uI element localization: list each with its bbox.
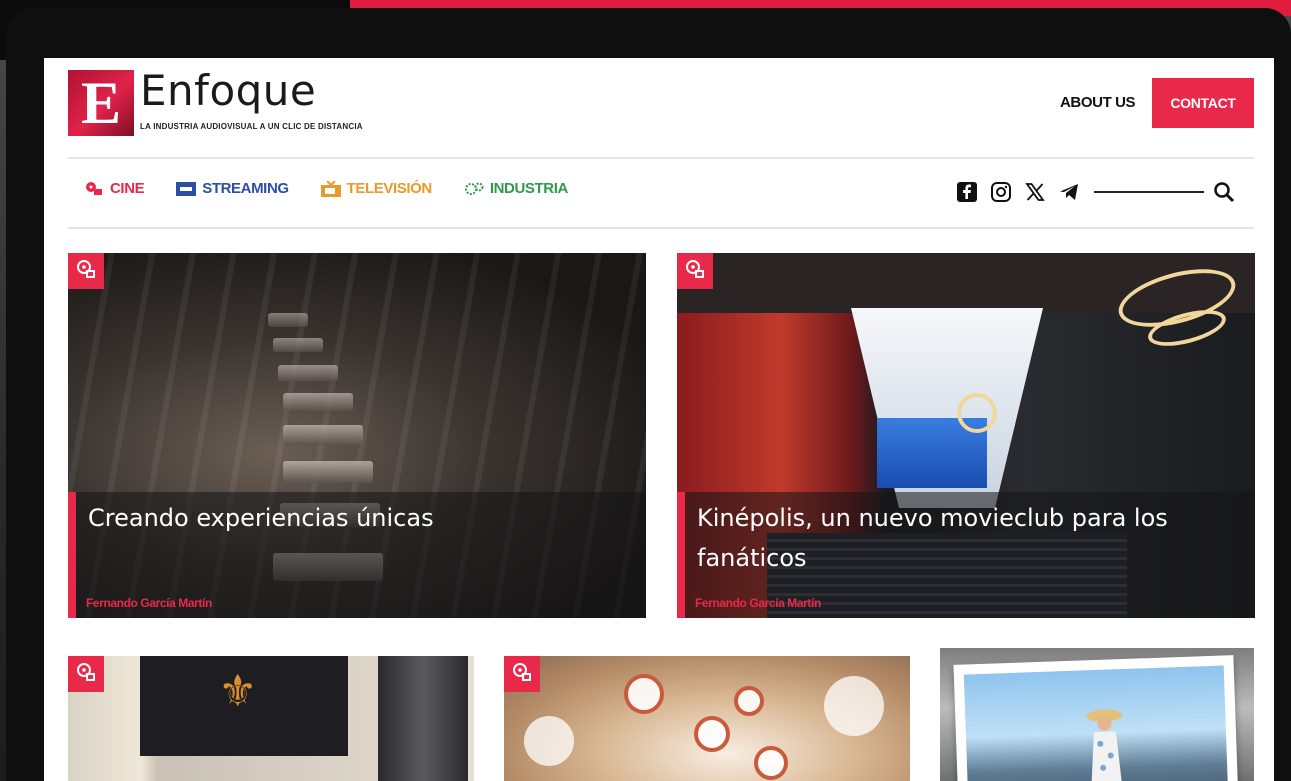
film-reel-icon bbox=[84, 181, 104, 197]
site-tagline: LA INDUSTRIA AUDIOVISUAL A UN CLIC DE DI… bbox=[140, 122, 363, 131]
featured-article-card[interactable]: Creando experiencias únicas Fernando Gar… bbox=[68, 253, 646, 618]
article-card[interactable]: ⚜ bbox=[68, 656, 474, 781]
gears-icon bbox=[464, 181, 484, 197]
television-icon bbox=[320, 180, 341, 197]
nav-label-streaming: STREAMING bbox=[202, 180, 289, 197]
x-icon[interactable] bbox=[1024, 181, 1046, 203]
article-title[interactable]: Kinépolis, un nuevo movieclub para los f… bbox=[697, 498, 1235, 578]
article-card[interactable] bbox=[504, 656, 910, 781]
article-author[interactable]: Fernando García Martín bbox=[86, 596, 212, 610]
site-logo[interactable]: E bbox=[68, 70, 134, 136]
search-icon[interactable] bbox=[1212, 180, 1236, 204]
nav-item-cine[interactable]: CINE bbox=[84, 180, 145, 197]
article-image-travel-photo bbox=[940, 648, 1254, 781]
category-badge[interactable] bbox=[68, 253, 104, 289]
website-screen: E Enfoque LA INDUSTRIA AUDIOVISUAL A UN … bbox=[44, 58, 1274, 781]
nav-label-television: TELEVISIÓN bbox=[346, 180, 433, 197]
telegram-icon[interactable] bbox=[1058, 181, 1080, 203]
article-caption: Creando experiencias únicas Fernando Gar… bbox=[68, 492, 646, 618]
article-card[interactable] bbox=[940, 648, 1254, 781]
nav-divider bbox=[68, 227, 1254, 229]
category-badge[interactable] bbox=[68, 656, 104, 692]
brand-name[interactable]: Enfoque bbox=[140, 70, 316, 112]
instagram-icon[interactable] bbox=[990, 181, 1012, 203]
film-reel-icon bbox=[512, 662, 532, 687]
article-title[interactable]: Creando experiencias únicas bbox=[88, 498, 626, 538]
laptop-frame: E Enfoque LA INDUSTRIA AUDIOVISUAL A UN … bbox=[6, 8, 1291, 781]
film-reel-icon bbox=[76, 662, 96, 687]
nav-item-industria[interactable]: INDUSTRIA bbox=[464, 180, 568, 197]
nav-item-streaming[interactable]: STREAMING bbox=[176, 180, 289, 197]
facebook-icon[interactable] bbox=[956, 181, 978, 203]
contact-button[interactable]: CONTACT bbox=[1152, 78, 1254, 128]
category-badge[interactable] bbox=[504, 656, 540, 692]
about-us-link[interactable]: ABOUT US bbox=[1060, 94, 1136, 111]
logo-letter: E bbox=[80, 70, 122, 136]
article-image-restaurant: ⚜ bbox=[68, 656, 474, 781]
nav-label-industria: INDUSTRIA bbox=[489, 180, 568, 197]
category-nav: CINE STREAMING TELEVISIÓN INDUSTRIA bbox=[84, 180, 600, 197]
film-reel-icon bbox=[685, 259, 705, 284]
article-image-social-media bbox=[504, 656, 910, 781]
search-input[interactable] bbox=[1094, 191, 1204, 193]
featured-article-card[interactable]: Kinépolis, un nuevo movieclub para los f… bbox=[677, 253, 1255, 618]
category-badge[interactable] bbox=[677, 253, 713, 289]
nav-item-television[interactable]: TELEVISIÓN bbox=[320, 180, 433, 197]
tv-streaming-icon bbox=[176, 181, 197, 197]
film-reel-icon bbox=[76, 259, 96, 284]
social-bar bbox=[956, 180, 1236, 204]
header-divider bbox=[68, 157, 1254, 159]
article-caption: Kinépolis, un nuevo movieclub para los f… bbox=[677, 492, 1255, 618]
nav-label-cine: CINE bbox=[110, 180, 145, 197]
article-author[interactable]: Fernando García Martín bbox=[695, 596, 821, 610]
